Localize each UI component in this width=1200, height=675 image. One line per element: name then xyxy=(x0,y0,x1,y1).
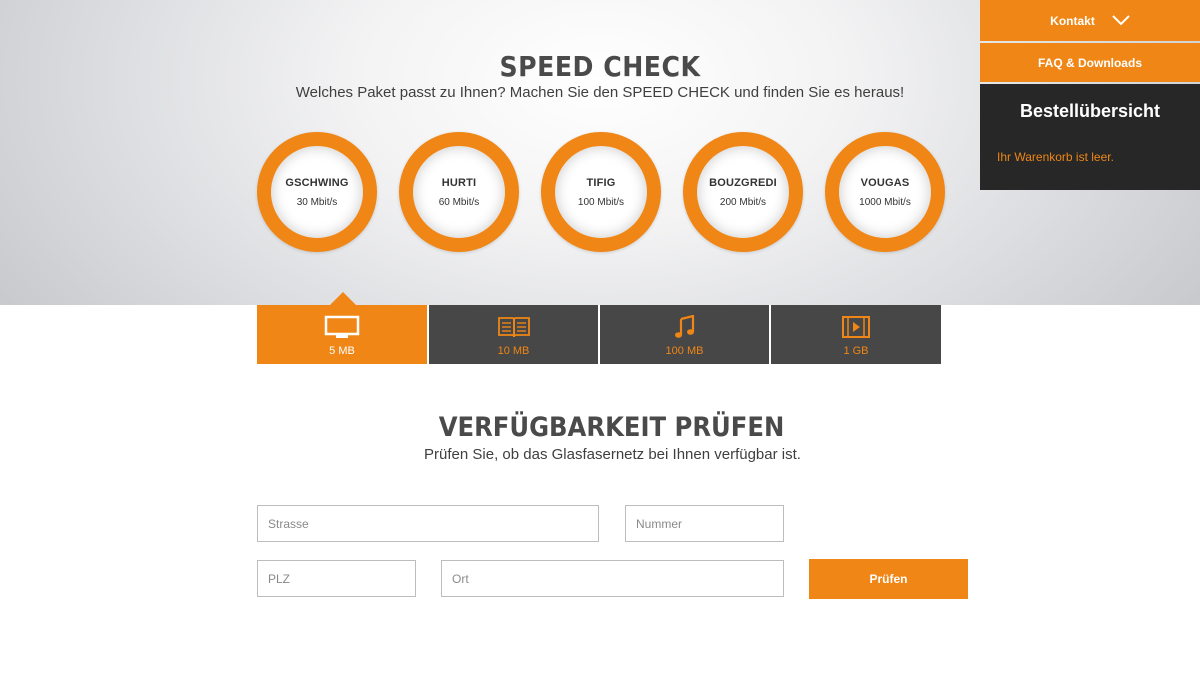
zip-input[interactable] xyxy=(257,560,416,597)
availability-subtitle: Prüfen Sie, ob das Glasfasernetz bei Ihn… xyxy=(424,446,801,463)
usage-tab-1gb[interactable]: 1 GB xyxy=(771,305,941,364)
contact-toggle[interactable]: Kontakt xyxy=(980,0,1200,41)
chevron-down-icon xyxy=(1112,15,1130,26)
contact-label: Kontakt xyxy=(1050,13,1095,28)
plan-speed: 200 Mbit/s xyxy=(719,196,767,208)
house-number-input[interactable] xyxy=(625,505,784,542)
plan-name: TIFIG xyxy=(586,176,616,189)
newspaper-icon xyxy=(497,315,531,339)
usage-tab-label: 10 MB xyxy=(497,345,530,357)
usage-tab-10mb[interactable]: 10 MB xyxy=(429,305,598,364)
usage-tab-5mb[interactable]: 5 MB xyxy=(257,305,427,364)
city-input[interactable] xyxy=(441,560,784,597)
plan-gschwing[interactable]: GSCHWING 30 Mbit/s xyxy=(257,132,377,252)
availability-title: VERFÜGBARKEIT PRÜFEN xyxy=(438,412,785,443)
plan-tifig[interactable]: TIFIG 100 Mbit/s xyxy=(541,132,661,252)
plan-hurti[interactable]: HURTI 60 Mbit/s xyxy=(399,132,519,252)
tv-icon xyxy=(324,315,360,339)
plan-speed: 1000 Mbit/s xyxy=(859,196,911,208)
order-summary: Bestellübersicht Ihr Warenkorb ist leer. xyxy=(980,84,1200,190)
video-icon xyxy=(841,315,871,339)
plan-name: BOUZGREDI xyxy=(709,176,777,189)
plan-speed: 100 Mbit/s xyxy=(577,196,625,208)
usage-tab-label: 5 MB xyxy=(329,345,355,357)
check-availability-button[interactable]: Prüfen xyxy=(809,559,968,599)
plan-speed: 30 Mbit/s xyxy=(296,196,338,208)
plan-speed: 60 Mbit/s xyxy=(438,196,480,208)
usage-tab-100mb[interactable]: 100 MB xyxy=(600,305,769,364)
plan-vougas[interactable]: VOUGAS 1000 Mbit/s xyxy=(825,132,945,252)
faq-downloads-link[interactable]: FAQ & Downloads xyxy=(980,43,1200,82)
cart-empty-text: Ihr Warenkorb ist leer. xyxy=(997,150,1114,164)
plan-name: HURTI xyxy=(441,176,477,189)
usage-tab-label: 100 MB xyxy=(665,345,704,357)
plan-name: GSCHWING xyxy=(285,176,349,189)
order-summary-title: Bestellübersicht xyxy=(1019,101,1161,121)
music-note-icon xyxy=(673,315,697,339)
faq-downloads-label: FAQ & Downloads xyxy=(1037,55,1142,70)
active-tab-pointer xyxy=(330,292,356,305)
plan-name: VOUGAS xyxy=(860,176,910,189)
street-input[interactable] xyxy=(257,505,599,542)
usage-tab-label: 1 GB xyxy=(843,345,869,357)
plan-bouzgredi[interactable]: BOUZGREDI 200 Mbit/s xyxy=(683,132,803,252)
